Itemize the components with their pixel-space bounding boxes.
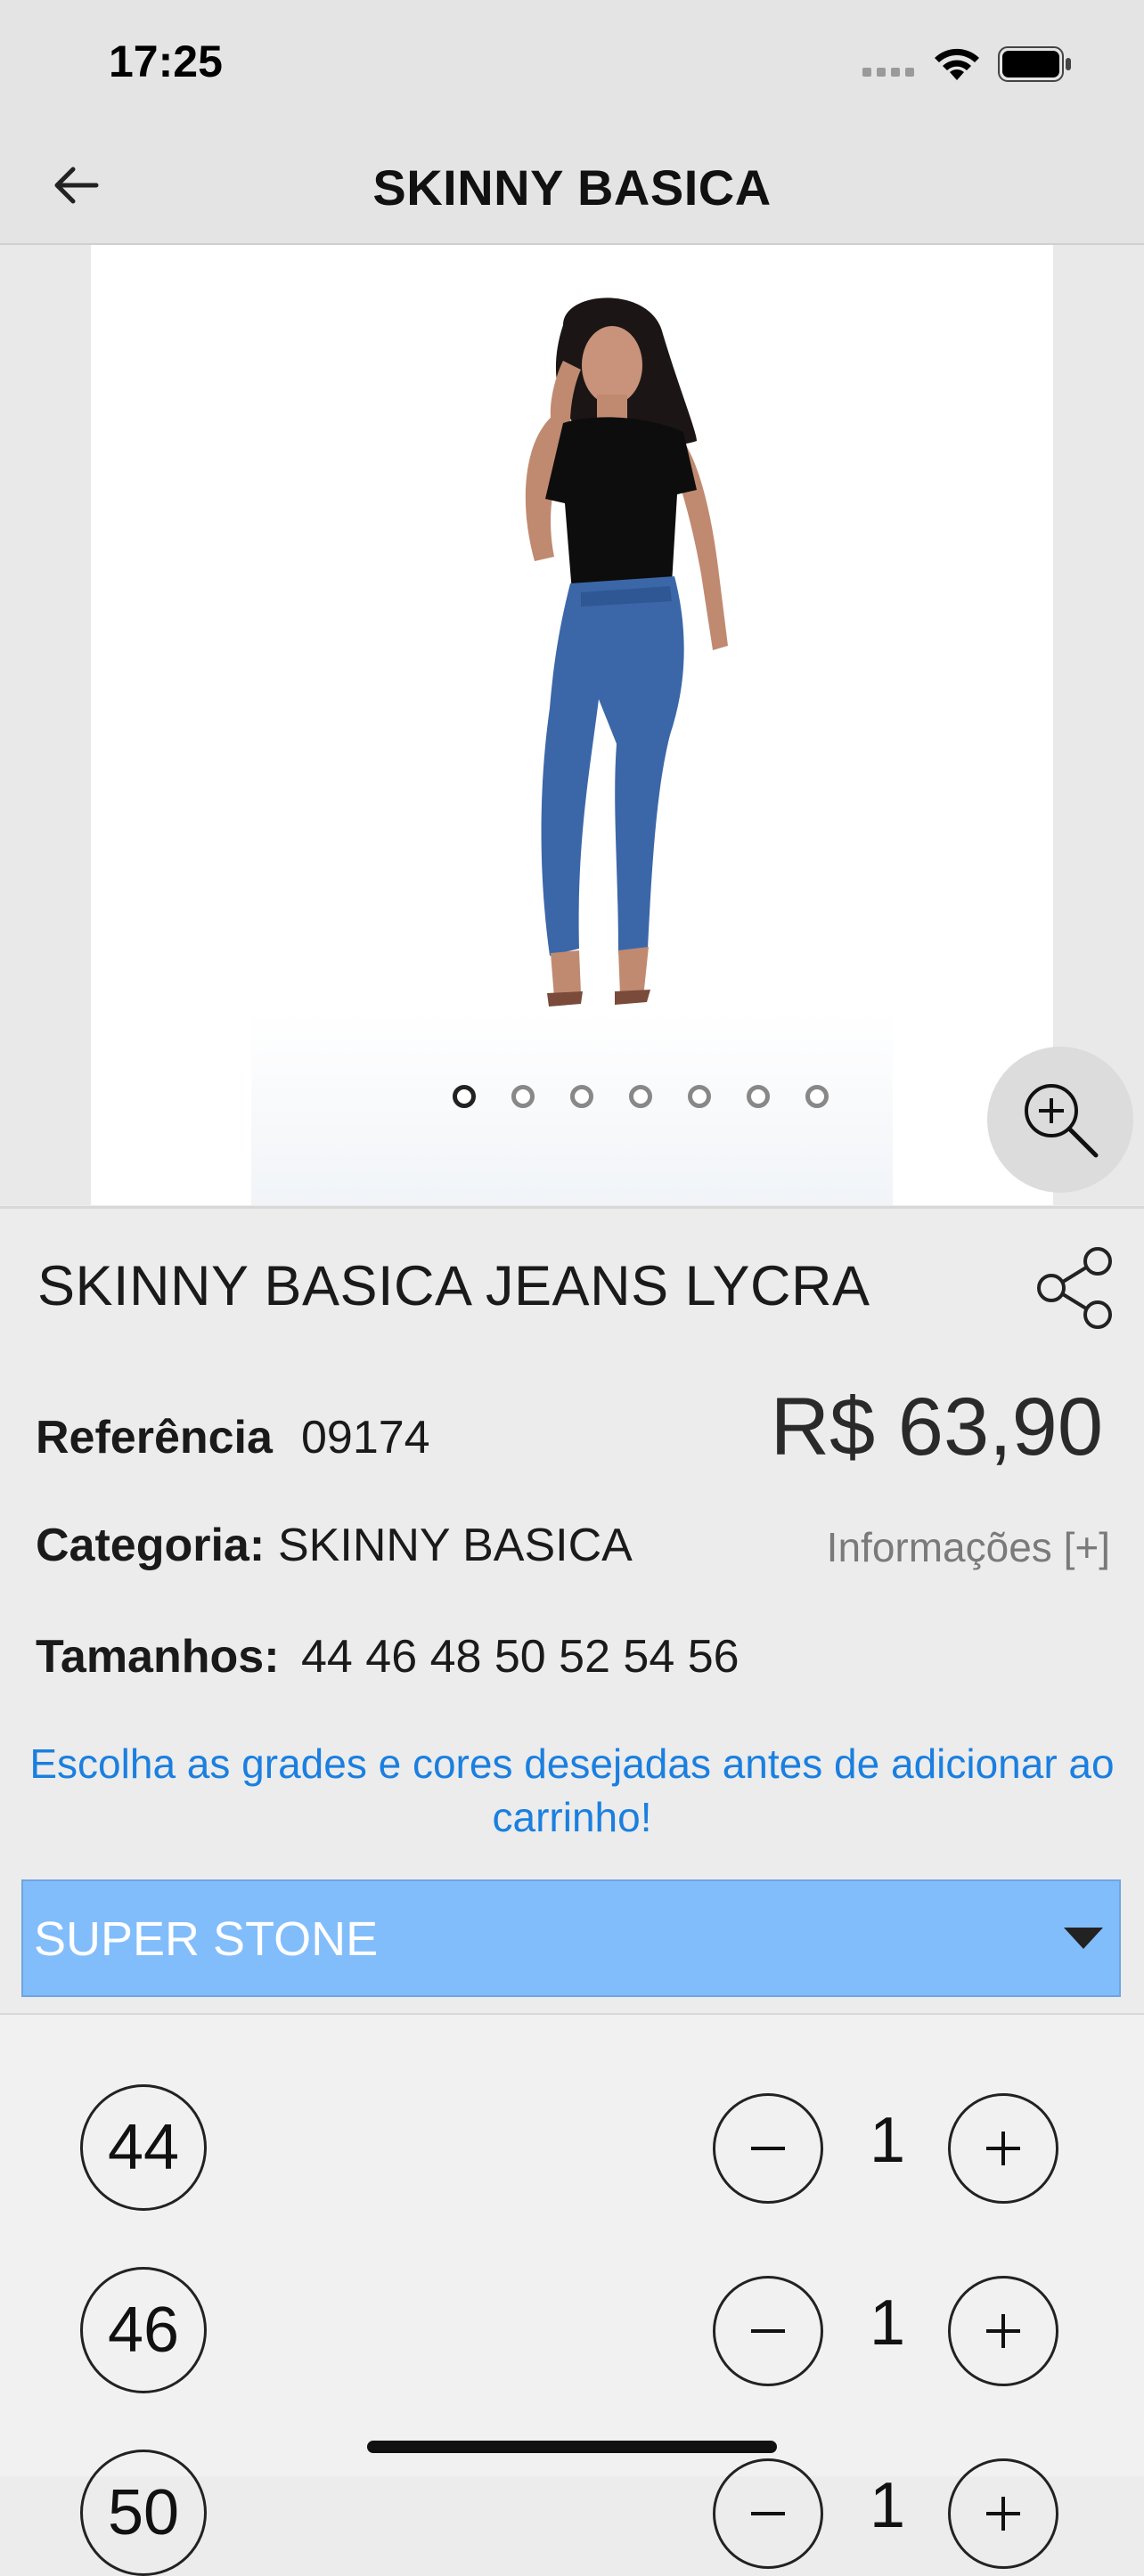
size-quantity-grid: 44 1 46 1 50 1 [0, 2013, 1144, 2576]
quantity-value: 1 [869, 2105, 906, 2176]
model-photo [525, 298, 728, 1007]
quantity-value: 1 [869, 2470, 906, 2541]
image-pager [453, 1079, 880, 1114]
more-info-link[interactable]: Informações [+] [827, 1523, 1110, 1571]
share-button[interactable] [1034, 1245, 1119, 1331]
product-image [91, 245, 1053, 1205]
battery-icon [998, 46, 1071, 82]
page-title: SKINNY BASICA [372, 159, 772, 216]
pager-dot-2[interactable] [511, 1085, 535, 1108]
increase-quantity-button[interactable] [948, 2458, 1058, 2569]
size-badge: 44 [80, 2084, 207, 2211]
pager-dot-5[interactable] [688, 1085, 711, 1108]
color-select[interactable]: SUPER STONE [21, 1879, 1121, 1997]
product-image-carousel[interactable] [0, 245, 1144, 1205]
minus-icon [751, 2147, 785, 2150]
size-badge: 50 [80, 2450, 207, 2576]
size-row: 50 1 [0, 2416, 1144, 2576]
increase-quantity-button[interactable] [948, 2093, 1058, 2204]
sizes-label: Tamanhos: [36, 1631, 280, 1683]
category-label: Categoria: [36, 1520, 266, 1571]
pager-dot-7[interactable] [805, 1085, 829, 1108]
plus-icon [986, 2497, 1020, 2531]
decrease-quantity-button[interactable] [713, 2458, 823, 2569]
size-row: 46 1 [0, 2233, 1144, 2393]
decrease-quantity-button[interactable] [713, 2093, 823, 2204]
decrease-quantity-button[interactable] [713, 2276, 823, 2386]
pager-dot-4[interactable] [629, 1085, 652, 1108]
zoom-in-icon [1025, 1084, 1099, 1158]
chevron-down-icon [1064, 1928, 1103, 1949]
pager-dot-1[interactable] [453, 1085, 476, 1108]
status-bar: 17:25 [0, 0, 1144, 125]
product-name: SKINNY BASICA JEANS LYCRA [37, 1255, 870, 1317]
share-icon [1037, 1247, 1112, 1329]
zoom-button[interactable] [987, 1047, 1133, 1193]
wifi-icon [935, 48, 979, 80]
category-value: SKINNY BASICA [278, 1520, 633, 1571]
pager-dot-6[interactable] [747, 1085, 770, 1108]
instruction-text: Escolha as grades e cores desejadas ante… [29, 1740, 1115, 1840]
plus-icon [986, 2132, 1020, 2165]
back-button[interactable] [41, 151, 109, 219]
reference-label: Referência [36, 1412, 273, 1463]
minus-icon [751, 2512, 785, 2515]
size-badge: 46 [80, 2267, 207, 2393]
pager-dot-3[interactable] [570, 1085, 593, 1108]
back-arrow-icon [54, 167, 99, 204]
minus-icon [751, 2329, 785, 2333]
plus-icon [986, 2314, 1020, 2348]
home-indicator [367, 2441, 777, 2453]
product-price: R$ 63,90 [770, 1382, 1103, 1472]
reference-value: 09174 [301, 1412, 430, 1463]
quantity-value: 1 [869, 2287, 906, 2359]
status-time: 17:25 [109, 37, 223, 86]
increase-quantity-button[interactable] [948, 2276, 1058, 2386]
sizes-value: 44 46 48 50 52 54 56 [301, 1631, 740, 1683]
divider [0, 1206, 1144, 1209]
color-select-value: SUPER STONE [34, 1912, 379, 1966]
signal-icon [862, 68, 914, 77]
nav-bar: SKINNY BASICA [0, 125, 1144, 245]
size-row: 44 1 [0, 2050, 1144, 2211]
